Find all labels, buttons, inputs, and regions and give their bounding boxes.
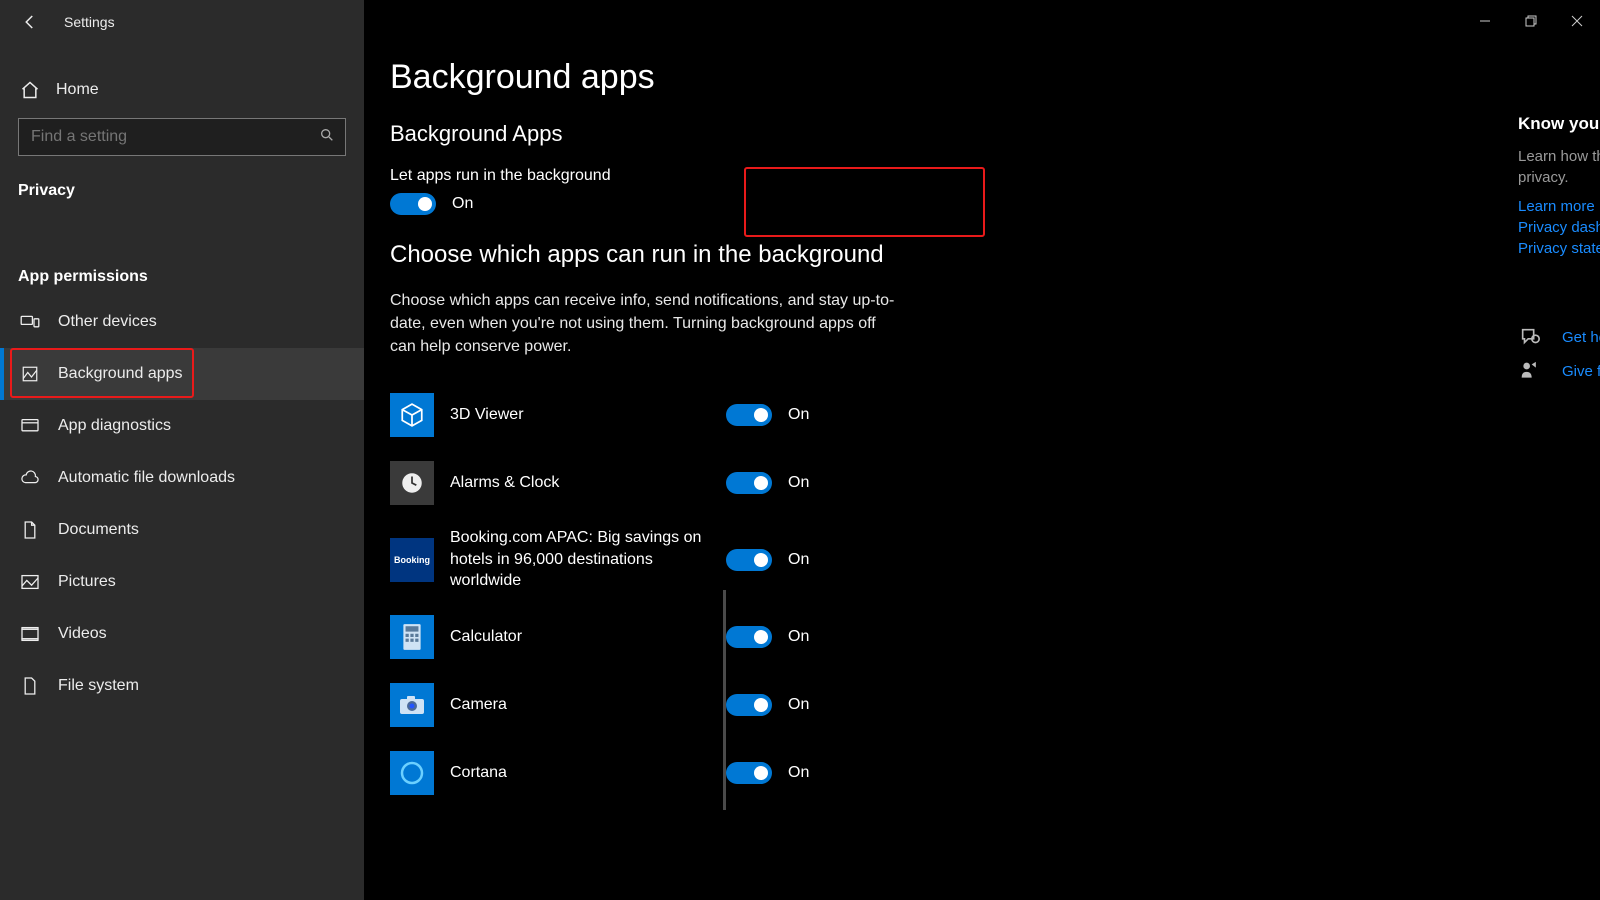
sidebar-item-other-devices[interactable]: Other devices [0, 296, 364, 348]
home-label: Home [56, 81, 99, 99]
app-toggle-state: On [788, 474, 809, 492]
app-name-label: Calculator [450, 626, 710, 648]
app-toggle-booking[interactable] [726, 549, 772, 571]
sidebar-nav-list: Other devices Background apps App diagno… [0, 296, 364, 712]
link-privacy-statement[interactable]: Privacy statement [1518, 240, 1600, 257]
master-toggle[interactable] [390, 193, 436, 215]
section-choose-apps-heading: Choose which apps can run in the backgro… [390, 241, 1110, 269]
sidebar-item-automatic-file-downloads[interactable]: Automatic file downloads [0, 452, 364, 504]
link-give-feedback[interactable]: Give feedback [1562, 363, 1600, 380]
sidebar-section-privacy: Privacy [18, 182, 75, 200]
info-column: Know your privacy options Learn how this… [1518, 114, 1600, 383]
app-row-alarms-clock: Alarms & Clock On [390, 449, 1110, 517]
app-toggle-calculator[interactable] [726, 626, 772, 648]
search-input[interactable] [29, 127, 293, 147]
window-title: Settings [64, 14, 115, 30]
content-pane: Background apps Background Apps Let apps… [364, 0, 1600, 900]
background-apps-icon [20, 364, 40, 384]
app-toggle-state: On [788, 696, 809, 714]
app-name-label: 3D Viewer [450, 404, 710, 426]
sidebar-item-videos[interactable]: Videos [0, 608, 364, 660]
close-button[interactable] [1554, 6, 1600, 36]
app-toggle-camera[interactable] [726, 694, 772, 716]
diagnostics-icon [20, 416, 40, 436]
sidebar-item-background-apps[interactable]: Background apps [0, 348, 364, 400]
app-row-camera: Camera On [390, 671, 1110, 739]
cloud-icon [20, 468, 40, 488]
feedback-icon [1518, 359, 1542, 383]
pictures-icon [20, 572, 40, 592]
sidebar-item-label: Other devices [58, 313, 157, 331]
app-toggle-cortana[interactable] [726, 762, 772, 784]
sidebar-item-label: Background apps [58, 365, 183, 383]
devices-icon [20, 312, 40, 332]
sidebar-item-label: Pictures [58, 573, 116, 591]
app-toggle-state: On [788, 764, 809, 782]
sidebar-item-label: Videos [58, 625, 107, 643]
minimize-button[interactable] [1462, 6, 1508, 36]
sidebar-item-label: Documents [58, 521, 139, 539]
videos-icon [20, 624, 40, 644]
sidebar-item-label: App diagnostics [58, 417, 171, 435]
master-toggle-state: On [452, 195, 473, 213]
sidebar-item-label: Automatic file downloads [58, 469, 235, 487]
app-name-label: Camera [450, 694, 710, 716]
booking-icon: Booking [390, 538, 434, 582]
link-learn-more[interactable]: Learn more [1518, 198, 1600, 215]
app-row-cortana: Cortana On [390, 739, 1110, 807]
app-row-3d-viewer: 3D Viewer On [390, 381, 1110, 449]
file-icon [20, 676, 40, 696]
camera-icon [390, 683, 434, 727]
info-heading: Know your privacy options [1518, 114, 1600, 134]
app-row-booking: Booking Booking.com APAC: Big savings on… [390, 517, 1110, 603]
search-box[interactable] [18, 118, 346, 156]
sidebar-item-app-diagnostics[interactable]: App diagnostics [0, 400, 364, 452]
info-description: Learn how this setting impacts your priv… [1518, 146, 1600, 188]
app-toggle-alarms-clock[interactable] [726, 472, 772, 494]
window-controls [1462, 6, 1600, 36]
selection-indicator [0, 348, 4, 400]
app-toggle-state: On [788, 628, 809, 646]
app-toggle-state: On [788, 406, 809, 424]
sidebar-home[interactable]: Home [20, 70, 99, 110]
cortana-icon [390, 751, 434, 795]
sidebar-group-app-permissions: App permissions [18, 268, 148, 286]
settings-sidebar: Settings Home Privacy App permissions Ot… [0, 0, 364, 900]
link-privacy-dashboard[interactable]: Privacy dashboard [1518, 219, 1600, 236]
section-background-apps-heading: Background Apps [390, 121, 1110, 147]
alarms-clock-icon [390, 461, 434, 505]
master-toggle-label: Let apps run in the background [390, 167, 1110, 185]
sidebar-item-pictures[interactable]: Pictures [0, 556, 364, 608]
app-toggle-3d-viewer[interactable] [726, 404, 772, 426]
sidebar-item-documents[interactable]: Documents [0, 504, 364, 556]
document-icon [20, 520, 40, 540]
link-get-help[interactable]: Get help [1562, 329, 1600, 346]
search-icon [319, 127, 335, 148]
page-title: Background apps [390, 58, 1110, 97]
help-icon [1518, 325, 1542, 349]
back-button[interactable] [20, 12, 40, 32]
calculator-icon [390, 615, 434, 659]
maximize-button[interactable] [1508, 6, 1554, 36]
app-name-label: Alarms & Clock [450, 472, 710, 494]
app-name-label: Cortana [450, 762, 710, 784]
app-row-calculator: Calculator On [390, 603, 1110, 671]
app-toggle-state: On [788, 551, 809, 569]
sidebar-item-label: File system [58, 677, 139, 695]
sidebar-item-file-system[interactable]: File system [0, 660, 364, 712]
home-icon [20, 80, 40, 100]
app-name-label: Booking.com APAC: Big savings on hotels … [450, 527, 710, 592]
3d-viewer-icon [390, 393, 434, 437]
section-choose-apps-description: Choose which apps can receive info, send… [390, 289, 900, 359]
